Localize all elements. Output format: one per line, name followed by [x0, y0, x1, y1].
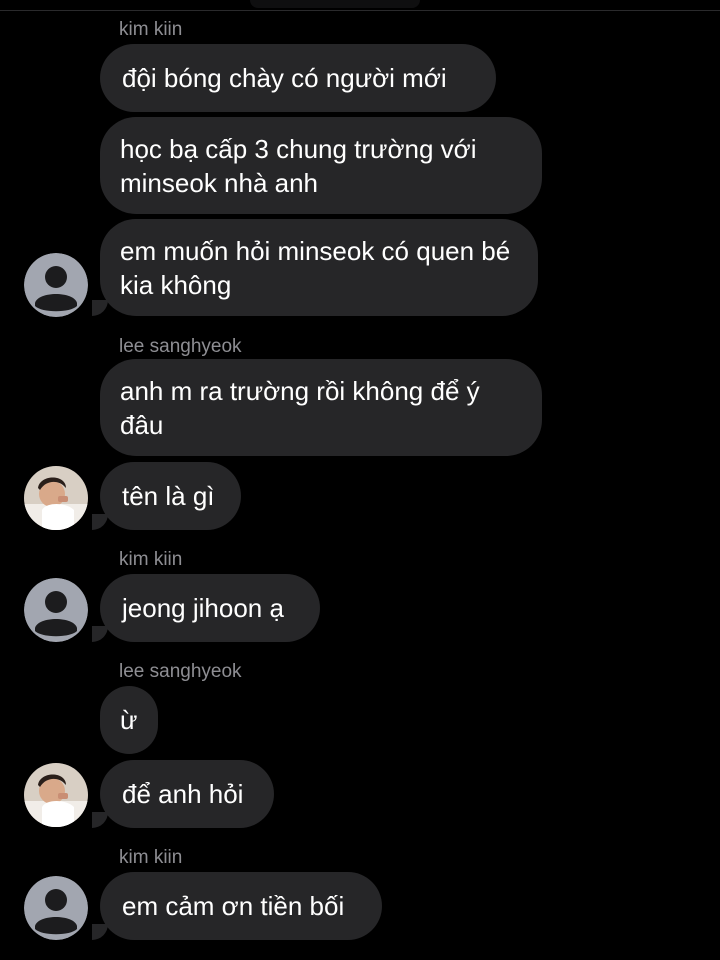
sender-name: lee sanghyeok: [119, 661, 242, 682]
message-bubble[interactable]: em cảm ơn tiền bối: [100, 872, 382, 940]
sender-name: lee sanghyeok: [119, 336, 242, 357]
profile-photo[interactable]: [24, 466, 88, 530]
message-text: tên là gì: [122, 481, 215, 511]
message-bubble[interactable]: để anh hỏi: [100, 760, 274, 828]
bubble-tail: [92, 812, 108, 828]
message-text: jeong jihoon ạ: [122, 593, 284, 623]
top-divider: [0, 10, 720, 11]
message-text: học bạ cấp 3 chung trường với minseok nh…: [120, 134, 477, 198]
bubble-tail: [92, 514, 108, 530]
message-bubble[interactable]: anh m ra trường rồi không để ý đâu: [100, 359, 542, 456]
default-user-avatar-icon[interactable]: [24, 253, 88, 317]
default-user-avatar-icon[interactable]: [24, 578, 88, 642]
sender-name: kim kiin: [119, 19, 183, 40]
message-text: ừ: [120, 705, 138, 735]
sender-name: kim kiin: [119, 549, 183, 570]
bubble-tail: [92, 300, 108, 316]
bubble-tail: [92, 924, 108, 940]
top-notch: [250, 0, 420, 8]
message-bubble[interactable]: em muốn hỏi minseok có quen bé kia không: [100, 219, 538, 316]
message-text: em cảm ơn tiền bối: [122, 891, 345, 921]
default-user-avatar-icon[interactable]: [24, 876, 88, 940]
message-bubble[interactable]: tên là gì: [100, 462, 241, 530]
bubble-tail: [92, 626, 108, 642]
message-text: để anh hỏi: [122, 779, 244, 809]
message-text: em muốn hỏi minseok có quen bé kia không: [120, 236, 511, 300]
message-bubble[interactable]: ừ: [100, 686, 158, 754]
message-bubble[interactable]: jeong jihoon ạ: [100, 574, 320, 642]
message-text: anh m ra trường rồi không để ý đâu: [120, 376, 480, 440]
message-text: đội bóng chày có người mới: [122, 63, 447, 93]
message-bubble[interactable]: học bạ cấp 3 chung trường với minseok nh…: [100, 117, 542, 214]
message-bubble[interactable]: đội bóng chày có người mới: [100, 44, 496, 112]
sender-name: kim kiin: [119, 847, 183, 868]
profile-photo[interactable]: [24, 763, 88, 827]
